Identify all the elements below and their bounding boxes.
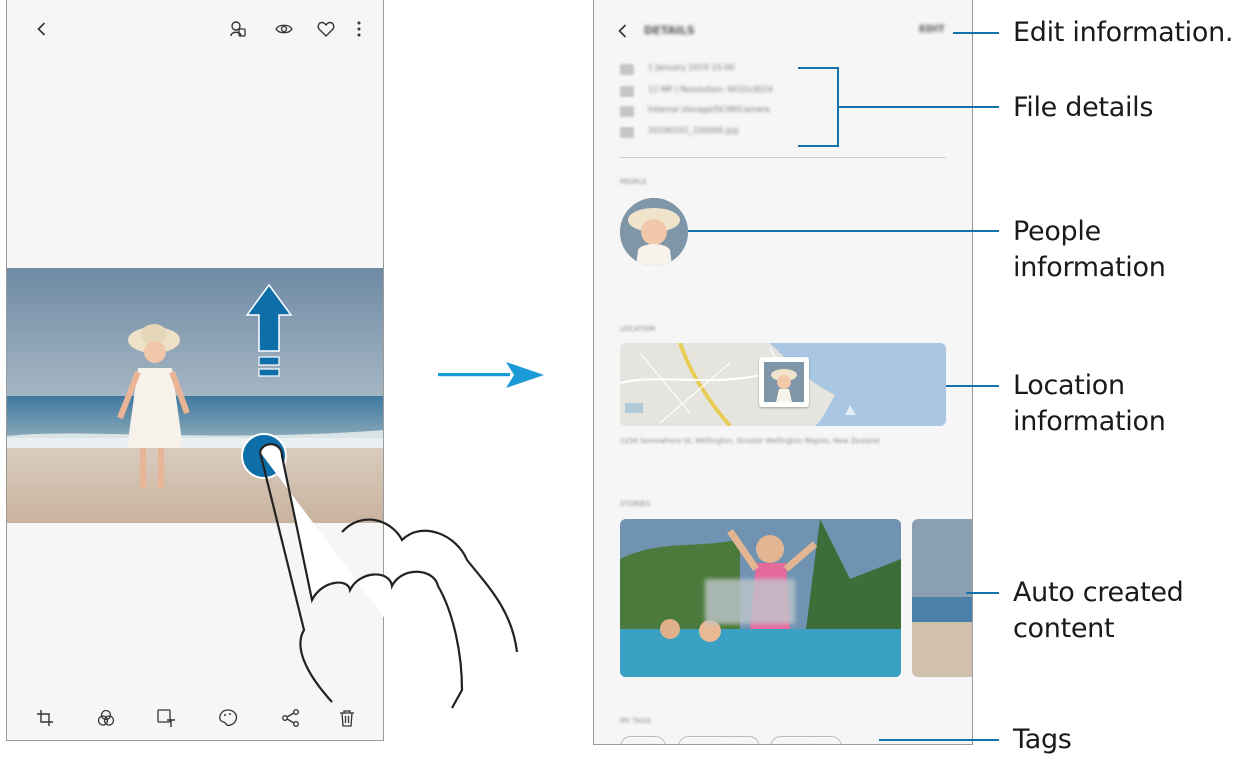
back-icon[interactable]: [610, 18, 636, 44]
photo-icon: [620, 86, 634, 97]
callout-tags: Tags: [1013, 724, 1072, 755]
folder-icon: [620, 106, 634, 117]
file-name: 20190101_150000.jpg: [648, 126, 739, 135]
file-resolution: 12 MP | Resolution: 4032x3024: [648, 85, 773, 94]
location-address: 1234 Somewhere St, Wellington, Greater W…: [620, 437, 880, 445]
callout-line-edit: [953, 32, 999, 34]
details-screen: DETAILS EDIT 1 January 2019 15:00 12 MP …: [593, 0, 973, 745]
filter-effects-icon[interactable]: [93, 705, 119, 731]
callout-line-file-details: [838, 106, 999, 108]
stories-section-heading: STORIES: [620, 500, 651, 508]
callout-line-people: [688, 230, 999, 232]
story-card-pool[interactable]: [620, 519, 901, 677]
edit-button[interactable]: EDIT: [919, 24, 949, 38]
person-avatar[interactable]: [620, 198, 688, 266]
swipe-up-arrow-icon: [243, 283, 295, 417]
callout-auto-line2: content: [1013, 613, 1115, 644]
story-card-beach[interactable]: [912, 519, 972, 677]
callout-line-auto-content: [966, 592, 999, 594]
callout-bracket-top: [798, 67, 838, 69]
callout-bracket-bottom: [798, 145, 838, 147]
tag-chip[interactable]: Beach: [620, 736, 666, 744]
callout-line-tags: [879, 739, 999, 741]
people-section-heading: PEOPLE: [620, 178, 647, 186]
callout-people-line2: information: [1013, 252, 1166, 283]
callout-location-line2: information: [1013, 406, 1166, 437]
callout-people-line1: People: [1013, 216, 1101, 247]
map-photo-pin[interactable]: [759, 357, 809, 407]
tag-chip[interactable]: Summer holiday: [678, 736, 760, 744]
tags-section-heading: MY TAGS: [620, 717, 651, 725]
photo-text-icon[interactable]: [153, 705, 179, 731]
page-title: DETAILS: [644, 24, 695, 37]
calendar-icon: [620, 64, 634, 75]
image-icon: [620, 127, 634, 138]
callout-location-line1: Location: [1013, 370, 1125, 401]
location-section-heading: LOCATION: [620, 325, 656, 333]
file-date: 1 January 2019 15:00: [648, 63, 735, 72]
callout-auto-line1: Auto created: [1013, 577, 1184, 608]
paint-palette-icon[interactable]: [215, 705, 241, 731]
callout-edit-information: Edit information.: [1013, 17, 1234, 48]
crop-edit-icon[interactable]: [32, 705, 58, 731]
more-options-icon[interactable]: [346, 16, 372, 42]
hand-gesture-illustration: [252, 440, 532, 714]
tag-chip[interactable]: Daughter: [770, 736, 842, 744]
file-path: Internal storage/DCIM/Camera: [648, 105, 770, 114]
location-map[interactable]: [620, 343, 946, 426]
divider: [620, 157, 946, 158]
callout-line-location: [946, 385, 999, 387]
back-icon[interactable]: [29, 16, 55, 42]
eye-icon[interactable]: [271, 16, 297, 42]
file-details-list: 1 January 2019 15:00 12 MP | Resolution:…: [620, 60, 830, 150]
heart-icon[interactable]: [313, 16, 339, 42]
callout-file-details: File details: [1013, 92, 1154, 123]
bixby-vision-icon[interactable]: [225, 16, 251, 42]
transition-arrow-icon: [438, 360, 544, 394]
viewer-top-bar: [7, 14, 383, 44]
